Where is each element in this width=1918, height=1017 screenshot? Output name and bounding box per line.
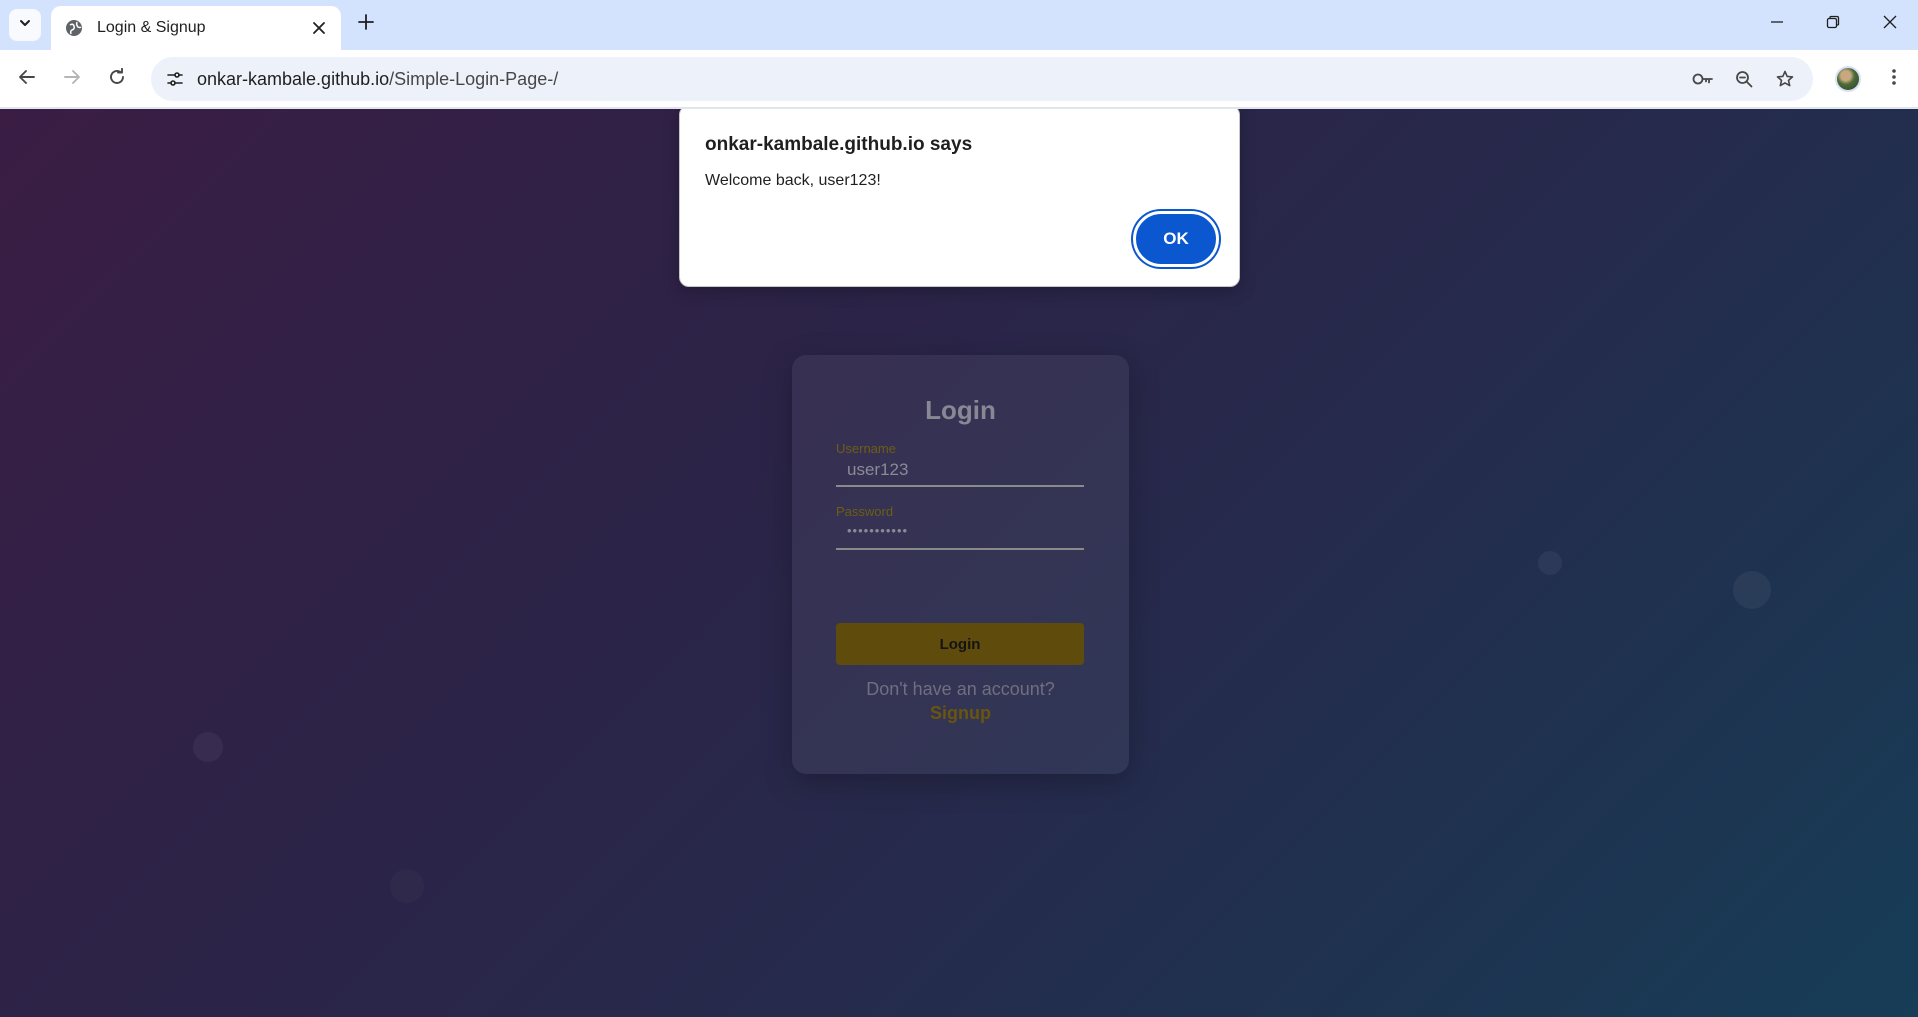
password-underline xyxy=(836,548,1084,550)
star-icon[interactable] xyxy=(1770,64,1800,94)
url-text: onkar-kambale.github.io/Simple-Login-Pag… xyxy=(197,69,558,90)
dialog-title: onkar-kambale.github.io says xyxy=(705,134,973,155)
key-icon[interactable] xyxy=(1688,64,1718,94)
forward-button[interactable] xyxy=(56,63,88,95)
url-path: /Simple-Login-Page-/ xyxy=(389,68,559,89)
address-bar[interactable]: onkar-kambale.github.io/Simple-Login-Pag… xyxy=(151,57,1813,101)
username-input[interactable]: user123 xyxy=(847,460,908,480)
background-bubble xyxy=(193,732,223,762)
username-underline xyxy=(836,485,1084,487)
url-host: onkar-kambale.github.io xyxy=(197,68,390,89)
more-vert-icon xyxy=(1891,68,1897,91)
close-icon xyxy=(1883,15,1897,34)
minimize-button[interactable] xyxy=(1749,0,1805,48)
ok-button[interactable]: OK xyxy=(1133,211,1219,267)
password-input[interactable]: ••••••••••• xyxy=(847,523,908,538)
browser-menu-button[interactable] xyxy=(1880,63,1908,95)
arrow-right-icon xyxy=(63,68,81,91)
tab-strip: Login & Signup xyxy=(0,0,1918,50)
page-viewport: Login Username user123 Password ••••••••… xyxy=(0,109,1918,1017)
username-label: Username xyxy=(836,441,896,456)
browser-toolbar: onkar-kambale.github.io/Simple-Login-Pag… xyxy=(0,50,1918,108)
reload-icon xyxy=(108,67,126,91)
close-tab-icon[interactable] xyxy=(307,16,331,40)
login-card: Login Username user123 Password ••••••••… xyxy=(792,355,1129,774)
background-bubble xyxy=(1538,551,1562,575)
signup-prompt: Don't have an account? xyxy=(866,679,1055,699)
background-bubble xyxy=(1733,571,1771,609)
minimize-icon xyxy=(1770,15,1784,34)
globe-icon xyxy=(65,19,83,37)
tab-search-button[interactable] xyxy=(9,9,41,41)
plus-icon xyxy=(358,13,374,35)
password-label: Password xyxy=(836,504,894,519)
arrow-left-icon xyxy=(18,68,36,91)
reload-button[interactable] xyxy=(101,63,133,95)
alert-dialog: onkar-kambale.github.io says Welcome bac… xyxy=(679,109,1240,287)
back-button[interactable] xyxy=(11,63,43,95)
browser-tab[interactable]: Login & Signup xyxy=(51,6,341,50)
signup-link[interactable]: Signup xyxy=(792,703,1129,724)
restore-icon xyxy=(1826,15,1840,34)
close-window-button[interactable] xyxy=(1862,0,1918,48)
chevron-down-icon xyxy=(18,16,32,35)
background-bubble xyxy=(390,869,424,903)
tab-title: Login & Signup xyxy=(97,19,206,36)
new-tab-button[interactable] xyxy=(352,10,380,38)
profile-avatar[interactable] xyxy=(1835,66,1861,92)
login-button[interactable]: Login xyxy=(836,623,1084,665)
dialog-message: Welcome back, user123! xyxy=(705,172,881,189)
restore-button[interactable] xyxy=(1805,0,1861,48)
site-info-icon[interactable] xyxy=(160,64,190,94)
zoom-icon[interactable] xyxy=(1729,64,1759,94)
login-heading: Login xyxy=(925,395,996,425)
